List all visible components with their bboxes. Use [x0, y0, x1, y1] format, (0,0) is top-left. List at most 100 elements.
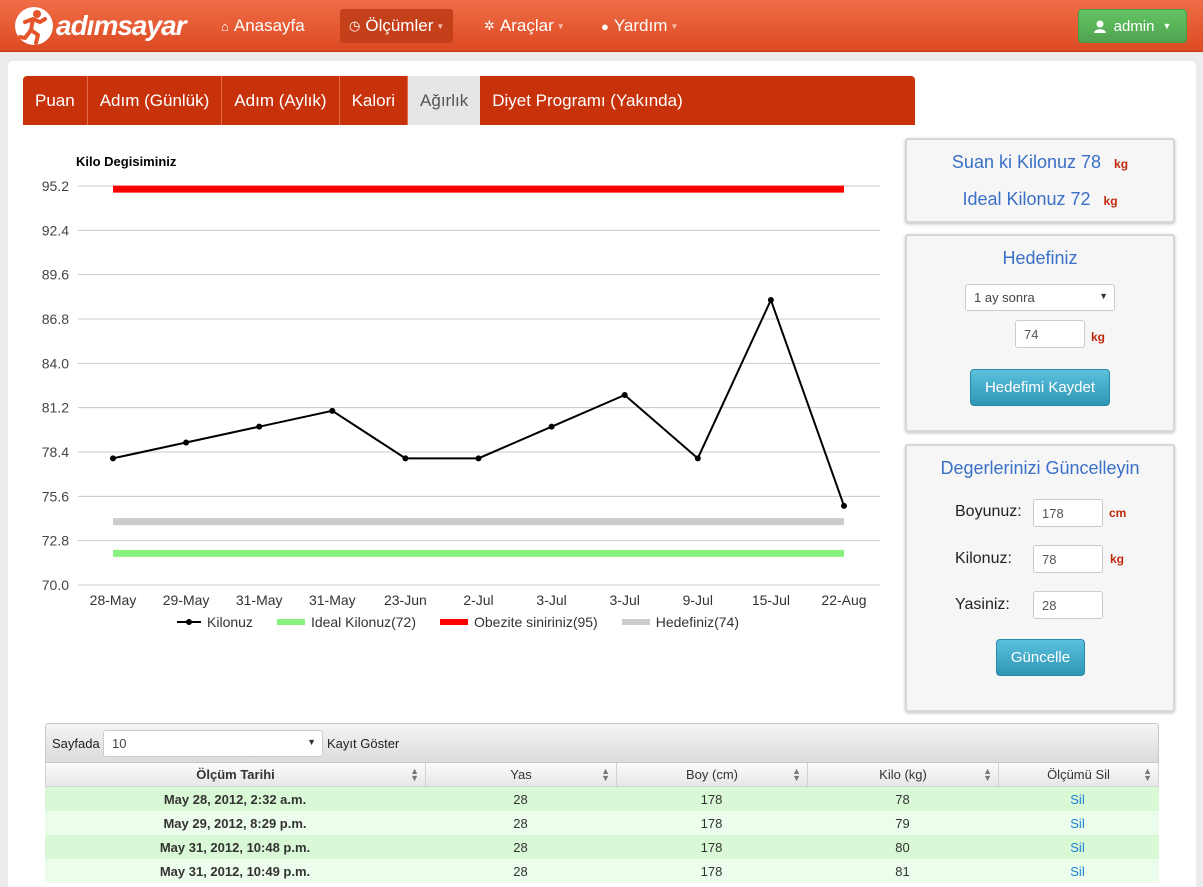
nav-label: Araçlar: [499, 16, 554, 35]
delete-link[interactable]: Sil: [998, 811, 1157, 835]
cell-height: 178: [700, 839, 723, 855]
table-row: May 29, 2012, 8:29 p.m. 28 178 79 Sil: [45, 811, 1159, 835]
cell-weight: 80: [895, 839, 910, 855]
y-tick-label: 92.4: [42, 222, 69, 238]
cell-height: 178: [700, 791, 723, 807]
nav-yardim[interactable]: ● Yardım ▼: [592, 9, 687, 43]
cell-height: 178: [700, 815, 723, 831]
ideal-weight-text: Ideal Kilonuz 72: [962, 189, 1091, 209]
goal-weight-input[interactable]: 74: [1015, 320, 1085, 348]
data-point: [256, 423, 263, 430]
current-weight-panel: Suan ki Kilonuz 78 kg Ideal Kilonuz 72 k…: [905, 138, 1175, 223]
col-header-label: Kilo (kg): [879, 767, 927, 782]
brand-logo[interactable]: adımsayar: [14, 5, 187, 47]
show-records-label: Kayıt Göster: [327, 736, 400, 751]
ideal-weight-line: Ideal Kilonuz 72 kg: [907, 189, 1173, 210]
table-row: May 28, 2012, 2:32 a.m. 28 178 78 Sil: [45, 787, 1159, 811]
tab-adim-gunluk[interactable]: Adım (Günlük): [88, 76, 223, 125]
data-point: [402, 455, 409, 462]
data-point: [329, 407, 336, 414]
delete-link[interactable]: Sil: [998, 835, 1157, 859]
tab-puan[interactable]: Puan: [23, 76, 88, 125]
weight-input[interactable]: 78: [1033, 545, 1103, 573]
current-weight-unit: kg: [1114, 157, 1129, 171]
user-icon: ●: [601, 18, 609, 34]
tab-kalori[interactable]: Kalori: [340, 76, 409, 125]
tab-diyet-programi[interactable]: Diyet Programı (Yakında): [480, 76, 695, 125]
table-toolbar: Sayfada 10 ▼ Kayıt Göster: [45, 723, 1159, 763]
legend-label: Ideal Kilonuz(72): [310, 614, 416, 630]
legend-item-kilonuz[interactable]: Kilonuz: [177, 614, 253, 630]
caret-down-icon: ▼: [556, 21, 565, 31]
y-tick-label: 95.2: [42, 178, 69, 194]
page-size-value: 10: [112, 736, 127, 751]
sort-icon: ▲ ▼: [792, 766, 801, 783]
delete-link[interactable]: Sil: [998, 859, 1157, 883]
col-header-weight[interactable]: Kilo (kg) ▲ ▼: [808, 763, 999, 786]
nav-anasayfa[interactable]: ⌂ Anasayfa: [212, 9, 314, 43]
goal-period-select[interactable]: 1 ay sonra ▼: [965, 284, 1115, 311]
data-point: [621, 392, 628, 398]
col-header-age[interactable]: Yas ▲ ▼: [426, 763, 617, 786]
sort-icon: ▲ ▼: [983, 766, 992, 783]
legend-swatch: [276, 619, 305, 625]
chart-title: Kilo Degisiminiz: [76, 154, 177, 169]
data-point: [548, 423, 555, 430]
x-tick-label: 31-May: [309, 592, 356, 608]
col-header-label: Ölçümü Sil: [1047, 767, 1110, 782]
data-point: [767, 297, 774, 303]
x-tick-label: 22-Aug: [821, 592, 866, 608]
col-header-date[interactable]: Ölçüm Tarihi ▲ ▼: [46, 763, 426, 786]
update-values-panel: Degerlerinizi Güncelleyin Boyunuz: 178 c…: [905, 444, 1175, 712]
page-size-label: Sayfada: [52, 736, 100, 751]
measurements-table: Sayfada 10 ▼ Kayıt Göster Ölçüm Tarihi ▲…: [45, 723, 1159, 887]
measurement-tabs: Puan Adım (Günlük) Adım (Aylık) Kalori A…: [23, 76, 915, 125]
delete-link[interactable]: Sil: [998, 787, 1157, 811]
sort-icon: ▲ ▼: [1143, 766, 1152, 783]
weight-chart: Kilo Degisiminiz 95.2 92.4 89.6 86.8 84.0 81.2…: [23, 140, 893, 640]
nav-label: Yardım: [613, 16, 668, 35]
legend-item-hedef[interactable]: Hedefiniz(74): [621, 614, 739, 630]
nav-araclar[interactable]: ✲ Araçlar ▼: [475, 9, 574, 43]
cell-age: 28: [513, 815, 528, 831]
current-weight-text: Suan ki Kilonuz 78: [951, 152, 1102, 172]
save-goal-button[interactable]: Hedefimi Kaydet: [970, 369, 1110, 406]
y-tick-label: 86.8: [42, 311, 69, 327]
y-tick-label: 84.0: [42, 355, 69, 371]
chart-legend: Kilonuz Ideal Kilonuz(72) Obezite siniri…: [23, 614, 893, 630]
goal-weight-unit: kg: [1091, 330, 1106, 344]
top-navbar: adımsayar ⌂ Anasayfa ◷ Ölçümler ▼ ✲ Araç…: [0, 0, 1203, 52]
gear-icon: ✲: [484, 18, 495, 33]
col-header-label: Ölçüm Tarihi: [196, 767, 275, 782]
caret-down-icon: ▼: [436, 21, 445, 31]
clock-icon: ◷: [349, 18, 361, 33]
age-input[interactable]: 28: [1033, 591, 1103, 619]
user-menu-button[interactable]: admin ▼: [1078, 9, 1187, 43]
col-header-delete[interactable]: Ölçümü Sil ▲ ▼: [999, 763, 1158, 786]
x-tick-label: 31-May: [236, 592, 283, 608]
nav-olcumler[interactable]: ◷ Ölçümler ▼: [340, 9, 454, 43]
y-tick-label: 75.6: [42, 488, 69, 504]
update-title: Degerlerinizi Güncelleyin: [940, 458, 1140, 478]
legend-swatch: [621, 619, 650, 625]
col-header-label: Yas: [510, 767, 532, 782]
goal-period-value: 1 ay sonra: [974, 290, 1035, 305]
update-button[interactable]: Güncelle: [996, 639, 1085, 676]
dropdown-arrow-icon: ▼: [307, 737, 316, 747]
user-name: admin: [1113, 17, 1155, 35]
goal-title: Hedefiniz: [1002, 248, 1078, 268]
sort-icon: ▲ ▼: [410, 766, 419, 783]
weight-chart-svg: Kilo Degisiminiz 95.2 92.4 89.6 86.8 84.0 81.2…: [42, 154, 880, 608]
height-input[interactable]: 178: [1033, 499, 1103, 527]
page-size-select[interactable]: 10 ▼: [103, 730, 323, 757]
legend-item-obezite[interactable]: Obezite siniriniz(95): [440, 614, 598, 630]
tab-adim-aylik[interactable]: Adım (Aylık): [222, 76, 340, 125]
caret-down-icon: ▼: [670, 21, 679, 31]
legend-swatch: [177, 619, 202, 625]
col-header-height[interactable]: Boy (cm) ▲ ▼: [617, 763, 808, 786]
ideal-weight-unit: kg: [1103, 194, 1118, 208]
tab-agirlik[interactable]: Ağırlık: [408, 76, 481, 125]
legend-item-ideal[interactable]: Ideal Kilonuz(72): [276, 614, 416, 630]
x-tick-label: 15-Jul: [752, 592, 790, 608]
cell-age: 28: [513, 791, 528, 807]
